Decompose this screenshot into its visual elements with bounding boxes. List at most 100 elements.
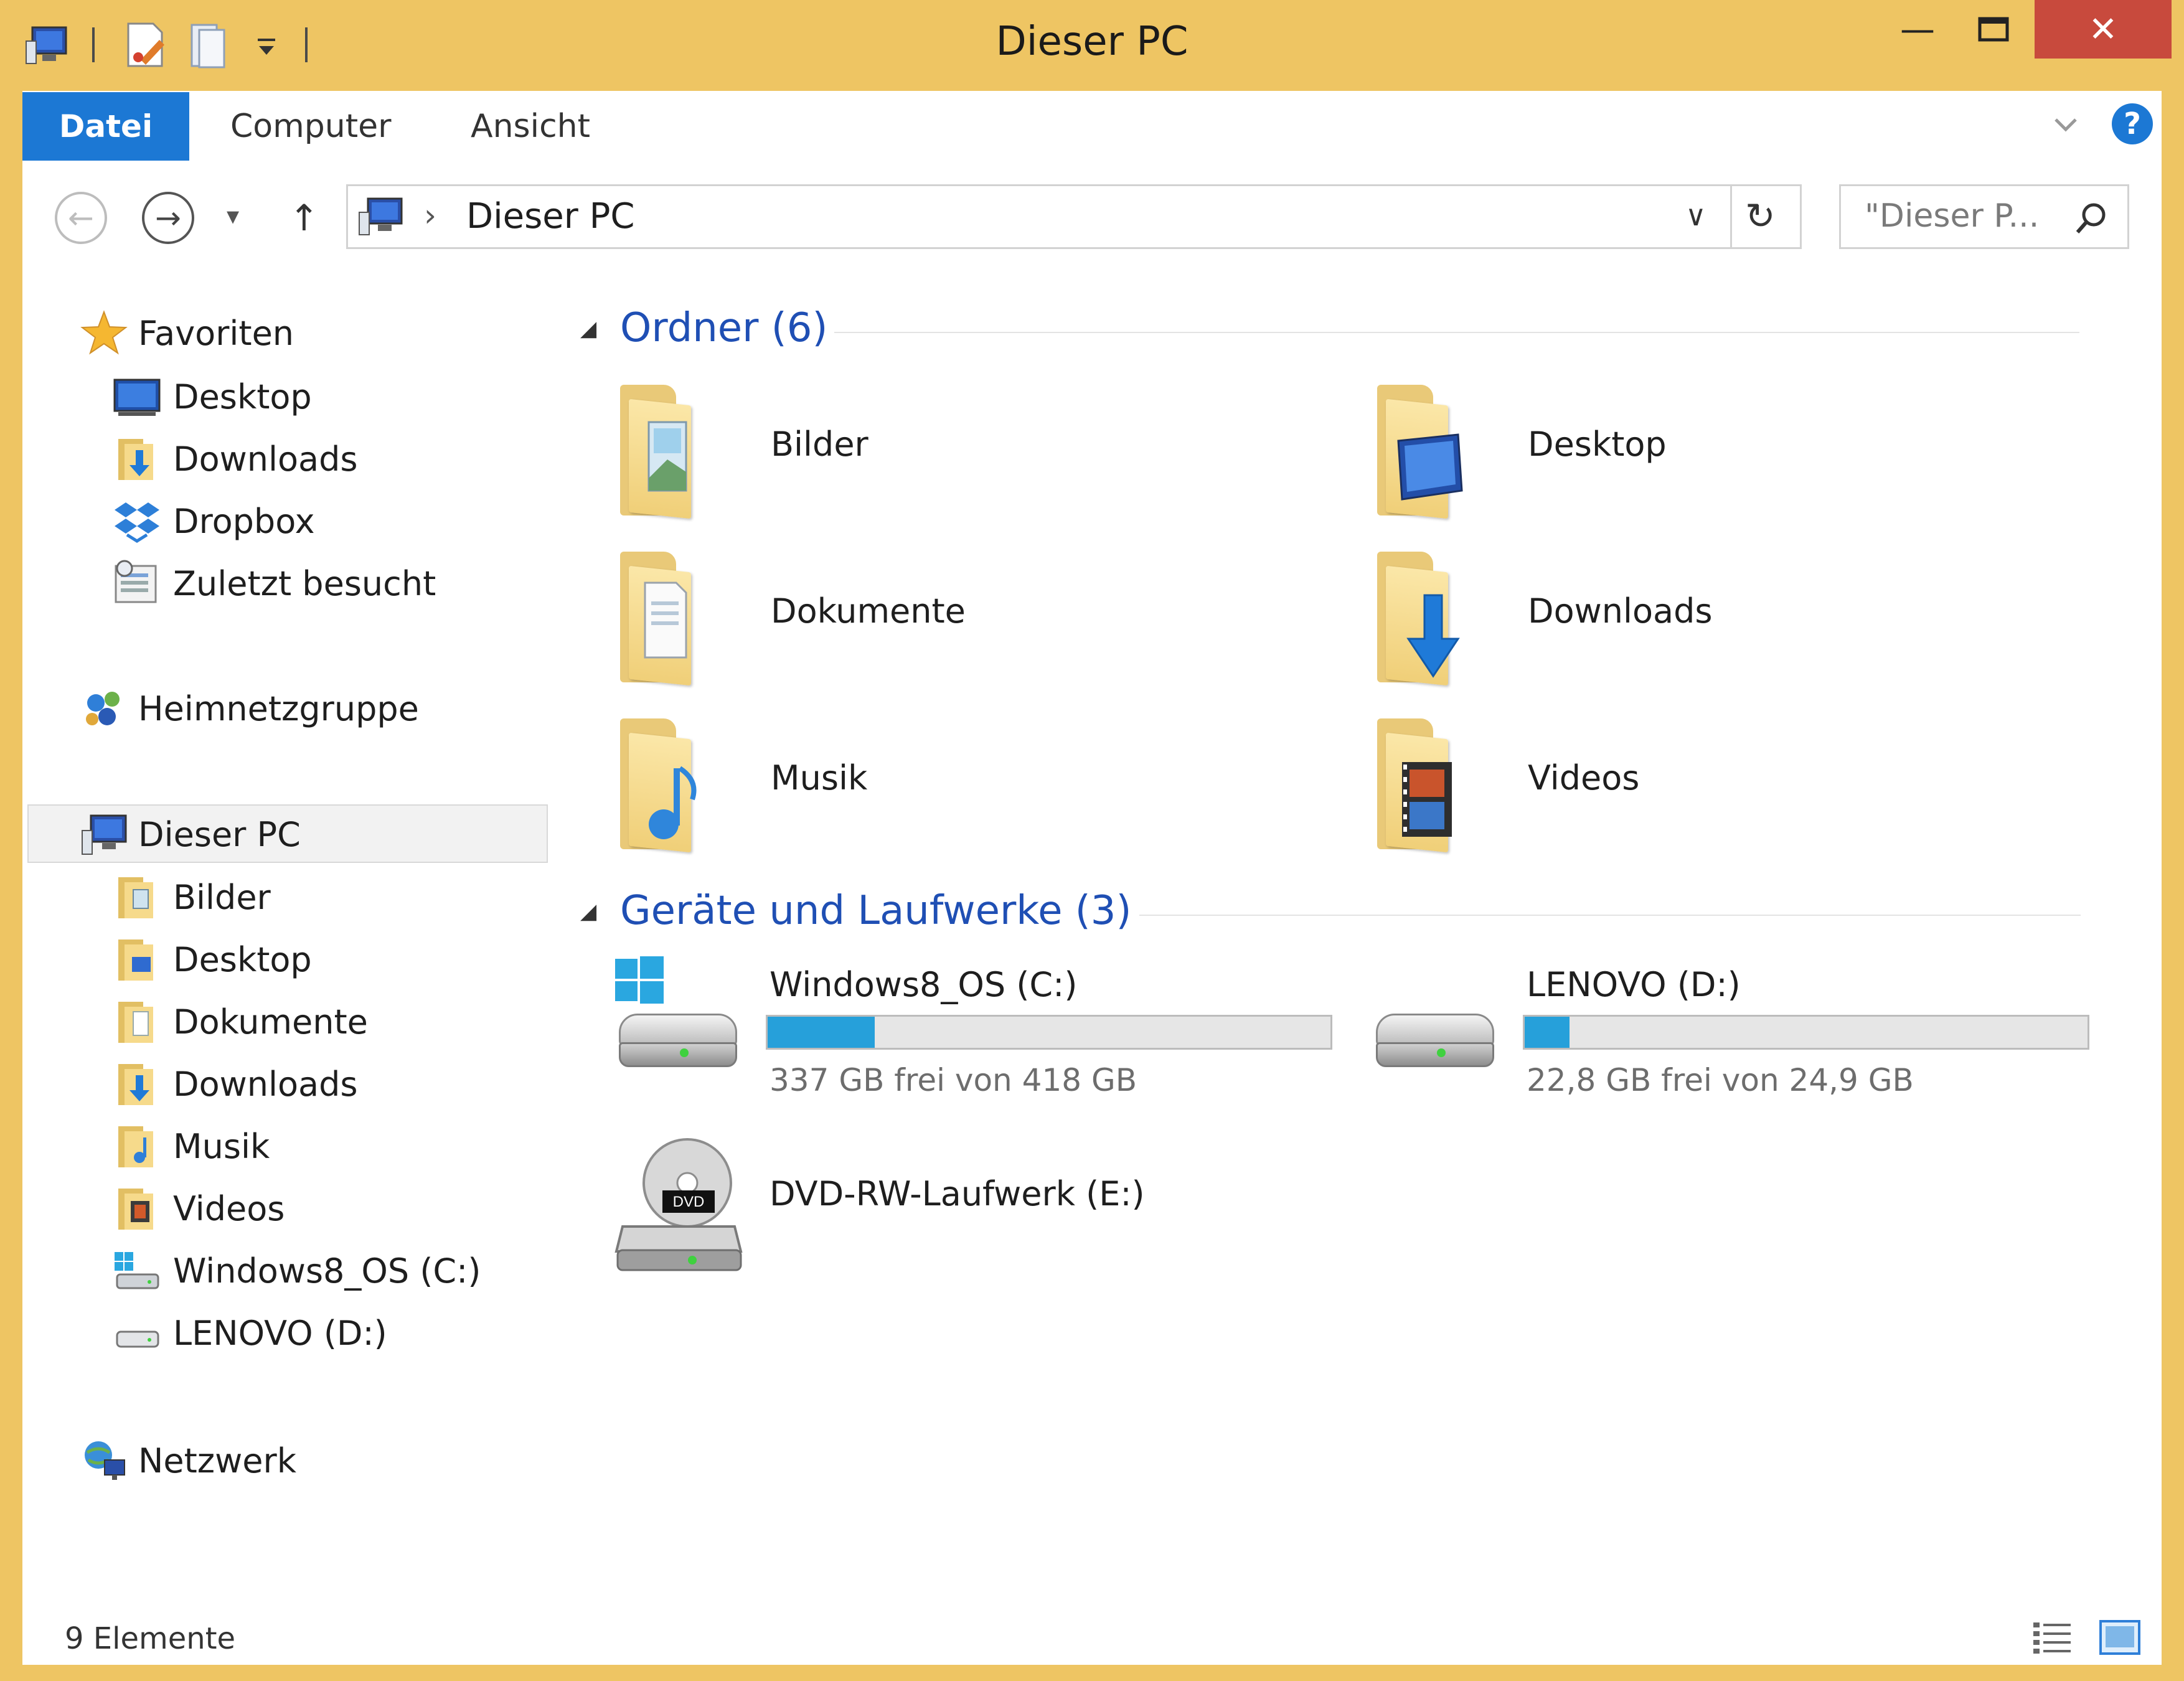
folder-tile-desktop[interactable]: Desktop <box>1367 377 2052 527</box>
drive-tile-c[interactable]: Windows8_OS (C:) 337 GB frei von 418 GB <box>610 953 1332 1102</box>
nav-fav-dropbox[interactable]: Dropbox <box>112 493 315 549</box>
folder-label: Desktop <box>1528 425 1667 464</box>
collapse-devices-icon[interactable]: ◢ <box>580 899 596 924</box>
nav-pc-drive-c[interactable]: Windows8_OS (C:) <box>112 1243 481 1299</box>
nav-fav-desktop[interactable]: Desktop <box>112 369 312 425</box>
search-input[interactable]: "Dieser P... <box>1839 184 2129 249</box>
pictures-folder-icon <box>118 877 153 918</box>
back-button[interactable]: ← <box>55 192 107 244</box>
homegroup-icon <box>86 692 120 725</box>
nav-network[interactable]: Netzwerk <box>80 1432 296 1489</box>
collapse-folders-icon[interactable]: ◢ <box>580 316 596 341</box>
documents-folder-icon <box>620 552 694 686</box>
nav-label: Netzwerk <box>138 1441 296 1481</box>
details-view-button[interactable] <box>2031 1619 2074 1657</box>
drive-usage-fill <box>1525 1017 1570 1048</box>
navigation-pane: Favoriten Desktop Downloads Dropbox Zule… <box>22 261 552 1613</box>
drive-usage-fill <box>768 1017 875 1048</box>
content-pane: ◢ Ordner (6) Bilder Desktop Dokumente Do… <box>560 261 2162 1613</box>
downloads-folder-icon <box>118 1064 153 1105</box>
section-title-devices[interactable]: Geräte und Laufwerke (3) <box>620 888 1131 934</box>
nav-label: Dieser PC <box>138 814 301 854</box>
section-divider <box>834 332 2079 333</box>
tab-datei[interactable]: Datei <box>22 92 189 161</box>
forward-button[interactable]: → <box>142 192 194 244</box>
drive-tile-d[interactable]: LENOVO (D:) 22,8 GB frei von 24,9 GB <box>1367 953 2089 1102</box>
drive-usage-bar <box>1523 1015 2089 1050</box>
nav-this-pc[interactable]: Dieser PC <box>80 806 301 863</box>
window-title: Dieser PC <box>996 19 1188 65</box>
section-title-folders[interactable]: Ordner (6) <box>620 305 827 351</box>
drive-usage-bar <box>766 1015 1332 1050</box>
tiles-view-icon <box>2099 1620 2140 1655</box>
search-icon[interactable] <box>2069 197 2112 241</box>
folder-tile-musik[interactable]: Musik <box>610 711 1295 860</box>
drive-free-space: 22,8 GB frei von 24,9 GB <box>1527 1062 1914 1098</box>
folder-label: Videos <box>1528 758 1640 798</box>
help-icon[interactable]: ? <box>2112 103 2153 144</box>
nav-favorites[interactable]: Favoriten <box>80 305 294 361</box>
network-icon <box>85 1441 125 1480</box>
windows-logo-icon <box>615 956 664 1004</box>
videos-folder-icon <box>1377 718 1452 853</box>
maximize-button[interactable] <box>1944 0 2043 59</box>
expand-ribbon-icon[interactable] <box>2048 110 2083 141</box>
folder-tile-videos[interactable]: Videos <box>1367 711 2052 860</box>
nav-pc-downloads[interactable]: Downloads <box>112 1056 358 1112</box>
nav-fav-downloads[interactable]: Downloads <box>112 431 358 487</box>
tab-ansicht[interactable]: Ansicht <box>471 92 590 161</box>
drive-name: LENOVO (D:) <box>1527 965 1741 1004</box>
nav-homegroup[interactable]: Heimnetzgruppe <box>80 680 419 737</box>
folder-tile-downloads[interactable]: Downloads <box>1367 544 2052 694</box>
documents-folder-icon <box>118 1002 153 1043</box>
star-icon <box>80 310 128 355</box>
folder-label: Bilder <box>771 425 868 464</box>
pictures-folder-icon <box>620 385 694 519</box>
nav-label: LENOVO (D:) <box>173 1313 387 1353</box>
nav-label: Favoriten <box>138 313 294 353</box>
maximize-icon <box>1978 17 2009 42</box>
nav-label: Downloads <box>173 1064 358 1104</box>
details-view-icon <box>2033 1622 2071 1654</box>
desktop-icon <box>113 379 161 416</box>
nav-label: Bilder <box>173 877 271 917</box>
nav-pc-musik[interactable]: Musik <box>112 1118 270 1174</box>
nav-label: Desktop <box>173 377 312 417</box>
downloads-folder-icon <box>118 439 153 480</box>
explorer-window: Dieser PC — ✕ Datei Computer Ansicht ? ←… <box>0 0 2184 1681</box>
nav-label: Desktop <box>173 939 312 979</box>
breadcrumb[interactable]: Dieser PC <box>466 196 634 237</box>
folder-label: Musik <box>771 758 868 798</box>
nav-fav-recent[interactable]: Zuletzt besucht <box>112 555 436 611</box>
drive-name: Windows8_OS (C:) <box>770 965 1078 1004</box>
divider <box>1730 186 1732 247</box>
address-dropdown-button[interactable]: ∨ <box>1685 199 1706 232</box>
folder-tile-bilder[interactable]: Bilder <box>610 377 1295 527</box>
svg-text:DVD: DVD <box>673 1194 705 1210</box>
nav-label: Heimnetzgruppe <box>138 689 419 728</box>
hard-drive-icon <box>613 1006 743 1075</box>
nav-pc-desktop[interactable]: Desktop <box>112 931 312 987</box>
nav-pc-videos[interactable]: Videos <box>112 1180 285 1236</box>
up-button[interactable]: ↑ <box>289 197 319 239</box>
address-bar[interactable]: › Dieser PC ∨ ↻ <box>346 184 1802 249</box>
tab-computer[interactable]: Computer <box>230 92 392 161</box>
title-bar[interactable]: Dieser PC — ✕ <box>0 0 2184 91</box>
recent-locations-button[interactable]: ▾ <box>227 202 239 230</box>
nav-label: Zuletzt besucht <box>173 563 436 603</box>
search-placeholder: "Dieser P... <box>1865 197 2040 235</box>
desktop-folder-icon <box>118 939 153 981</box>
refresh-button[interactable]: ↻ <box>1745 195 1776 237</box>
close-button[interactable]: ✕ <box>2035 0 2172 59</box>
item-count: 9 Elemente <box>65 1621 236 1656</box>
nav-pc-dokumente[interactable]: Dokumente <box>112 994 368 1050</box>
tiles-view-button[interactable] <box>2098 1617 2143 1659</box>
nav-pc-drive-d[interactable]: LENOVO (D:) <box>112 1305 387 1361</box>
folder-tile-dokumente[interactable]: Dokumente <box>610 544 1295 694</box>
music-folder-icon <box>620 718 697 853</box>
nav-pc-bilder[interactable]: Bilder <box>112 869 271 925</box>
desktop-folder-icon <box>1377 385 1463 519</box>
drive-tile-dvd[interactable]: DVD DVD-RW-Laufwerk (E:) <box>610 1133 1295 1283</box>
status-bar: 9 Elemente <box>22 1613 2162 1665</box>
recent-places-icon <box>115 560 157 603</box>
